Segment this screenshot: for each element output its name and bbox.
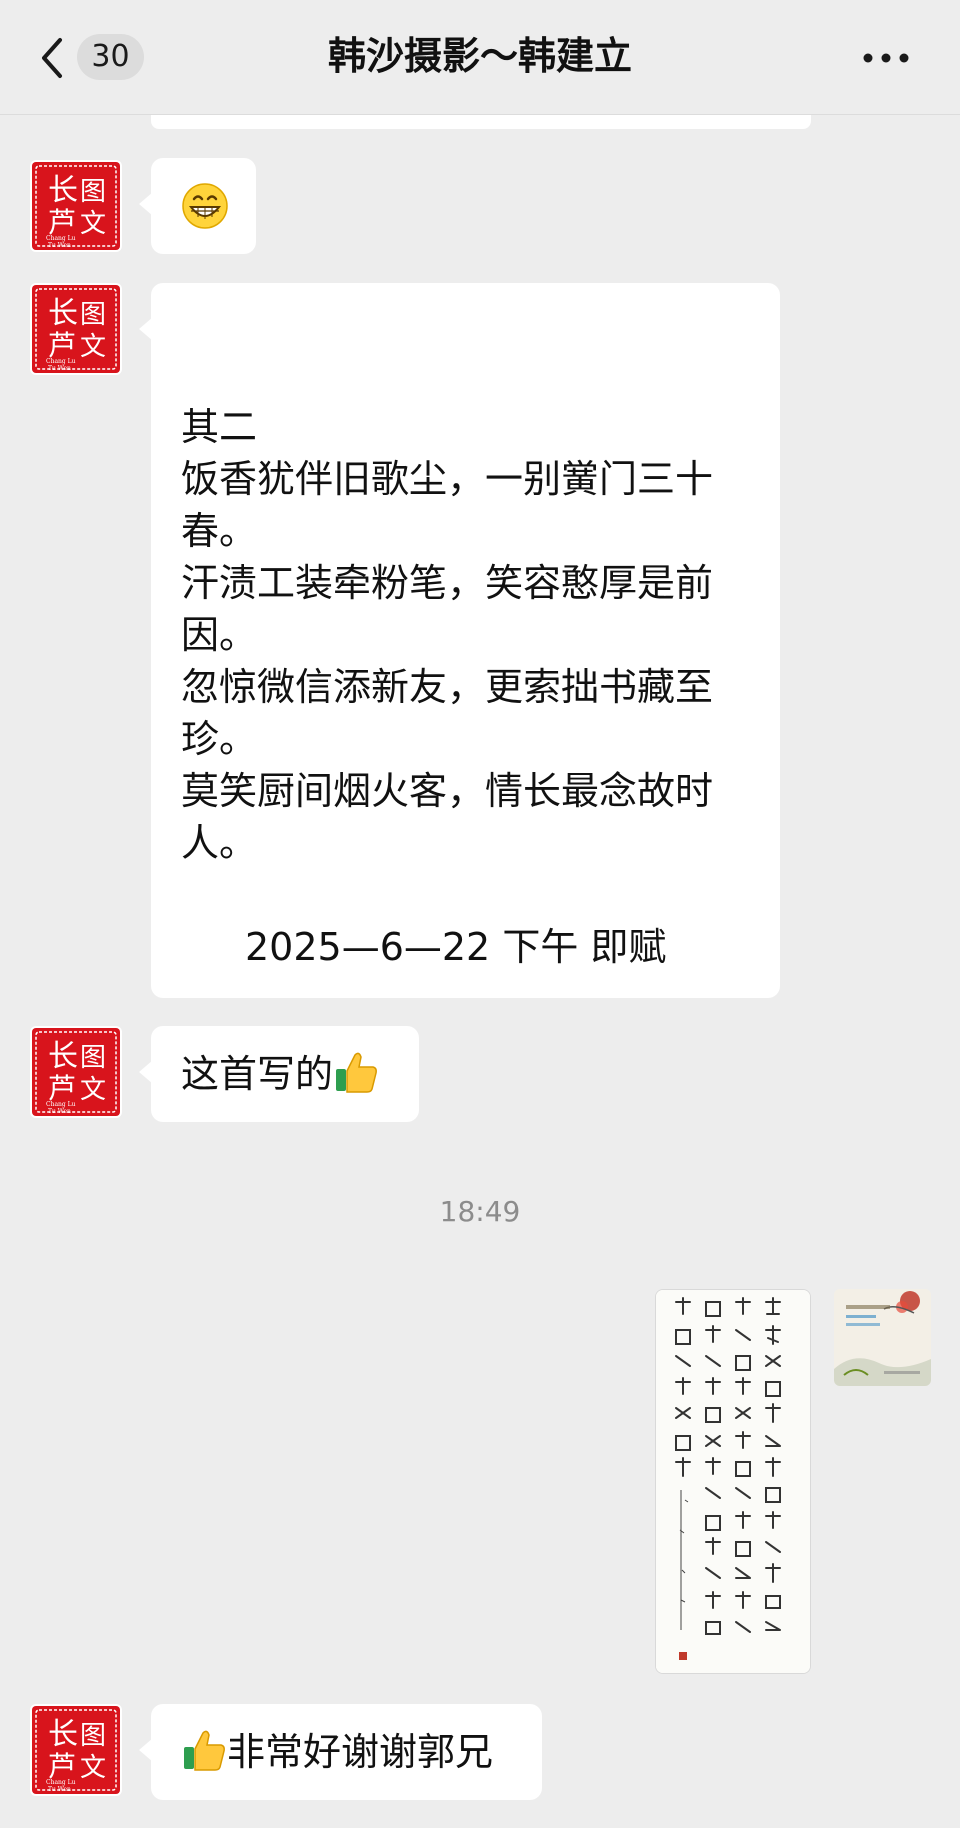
svg-text:Tu Wen: Tu Wen (48, 1108, 71, 1115)
svg-text:长: 长 (48, 296, 78, 331)
emoji-message-bubble[interactable] (139, 158, 256, 254)
poem-line: 忽惊微信添新友，更索拙书藏至珍。 (181, 665, 714, 761)
poem-line: 汗渍工装牵粉笔，笑容憨厚是前因。 (181, 561, 714, 657)
calligraphy-scroll-image (656, 1290, 810, 1673)
contact-avatar[interactable]: 长 图 芦 文 Chang Lu Tu Wen (30, 1026, 122, 1118)
my-avatar[interactable] (834, 1289, 931, 1386)
seal-logo-icon: 长 图 芦 文 Chang Lu Tu Wen (32, 1028, 120, 1116)
svg-text:Chang Lu: Chang Lu (46, 1779, 76, 1786)
chevron-left-icon (42, 38, 62, 78)
contact-avatar[interactable]: 长 图 芦 文 Chang Lu Tu Wen (30, 160, 122, 252)
poem-date-line: 2025—6—22 下午 即赋 (245, 925, 667, 969)
svg-text:Chang Lu: Chang Lu (46, 1101, 76, 1108)
back-button[interactable] (36, 36, 70, 80)
svg-text:长: 长 (48, 173, 78, 208)
poem-text: 其二 饭香犹伴旧歌尘，一别黉门三十春。 汗渍工装牵粉笔，笑容憨厚是前因。 忽惊微… (151, 401, 780, 973)
svg-text:长: 长 (48, 1717, 78, 1752)
message-timestamp: 18:49 (439, 1195, 521, 1228)
svg-text:图: 图 (80, 300, 106, 330)
svg-text:图: 图 (80, 177, 106, 207)
svg-text:长: 长 (48, 1039, 78, 1074)
chat-header: 30 韩沙摄影～韩建立 (0, 0, 960, 115)
svg-text:文: 文 (80, 209, 106, 239)
seal-logo-icon: 长 图 芦 文 Chang Lu Tu Wen (32, 162, 120, 250)
svg-text:Chang Lu: Chang Lu (46, 358, 76, 365)
more-button[interactable] (860, 38, 912, 78)
message-text: 这首写的 (181, 1052, 334, 1096)
contact-avatar[interactable]: 长 图 芦 文 Chang Lu Tu Wen (30, 1704, 122, 1796)
more-dots-icon (863, 53, 909, 63)
unread-count-badge[interactable]: 30 (77, 34, 144, 80)
thumbs-up-icon (184, 1730, 225, 1771)
svg-text:Chang Lu: Chang Lu (46, 235, 76, 242)
svg-text:Tu Wen: Tu Wen (48, 1786, 71, 1793)
text-message-bubble[interactable]: 非常好谢谢郭兄 (139, 1704, 542, 1800)
chat-screen: 30 韩沙摄影～韩建立 长 图 芦 文 Chang Lu Tu Wen 长 图 … (0, 0, 960, 1828)
svg-text:图: 图 (80, 1043, 106, 1073)
svg-text:图: 图 (80, 1721, 106, 1751)
poem-line: 莫笑厨间烟火客，情长最念故时人。 (181, 769, 714, 865)
svg-text:Tu Wen: Tu Wen (48, 365, 71, 372)
calligraphy-image-message[interactable] (655, 1289, 811, 1674)
svg-text:文: 文 (80, 1753, 106, 1783)
previous-message-bubble[interactable] (151, 115, 811, 129)
text-message-bubble[interactable]: 这首写的 (139, 1026, 419, 1122)
seal-logo-icon: 长 图 芦 文 Chang Lu Tu Wen (32, 285, 120, 373)
landscape-painting-avatar (834, 1289, 931, 1386)
svg-text:文: 文 (80, 332, 106, 362)
message-text: 非常好谢谢郭兄 (227, 1730, 494, 1774)
seal-logo-icon: 长 图 芦 文 Chang Lu Tu Wen (32, 1706, 120, 1794)
poem-line: 饭香犹伴旧歌尘，一别黉门三十春。 (181, 457, 714, 553)
svg-text:Tu Wen: Tu Wen (48, 242, 71, 249)
svg-text:文: 文 (80, 1075, 106, 1105)
message-list[interactable]: 长 图 芦 文 Chang Lu Tu Wen 长 图 芦 文 Chang Lu… (0, 115, 960, 1828)
poem-line: 其二 (181, 405, 258, 449)
thumbs-up-icon (336, 1052, 377, 1093)
contact-avatar[interactable]: 长 图 芦 文 Chang Lu Tu Wen (30, 283, 122, 375)
grinning-face-icon (182, 183, 228, 229)
chat-title: 韩沙摄影～韩建立 (327, 34, 632, 78)
poem-message-bubble[interactable]: 其二 饭香犹伴旧歌尘，一别黉门三十春。 汗渍工装牵粉笔，笑容憨厚是前因。 忽惊微… (139, 283, 780, 998)
